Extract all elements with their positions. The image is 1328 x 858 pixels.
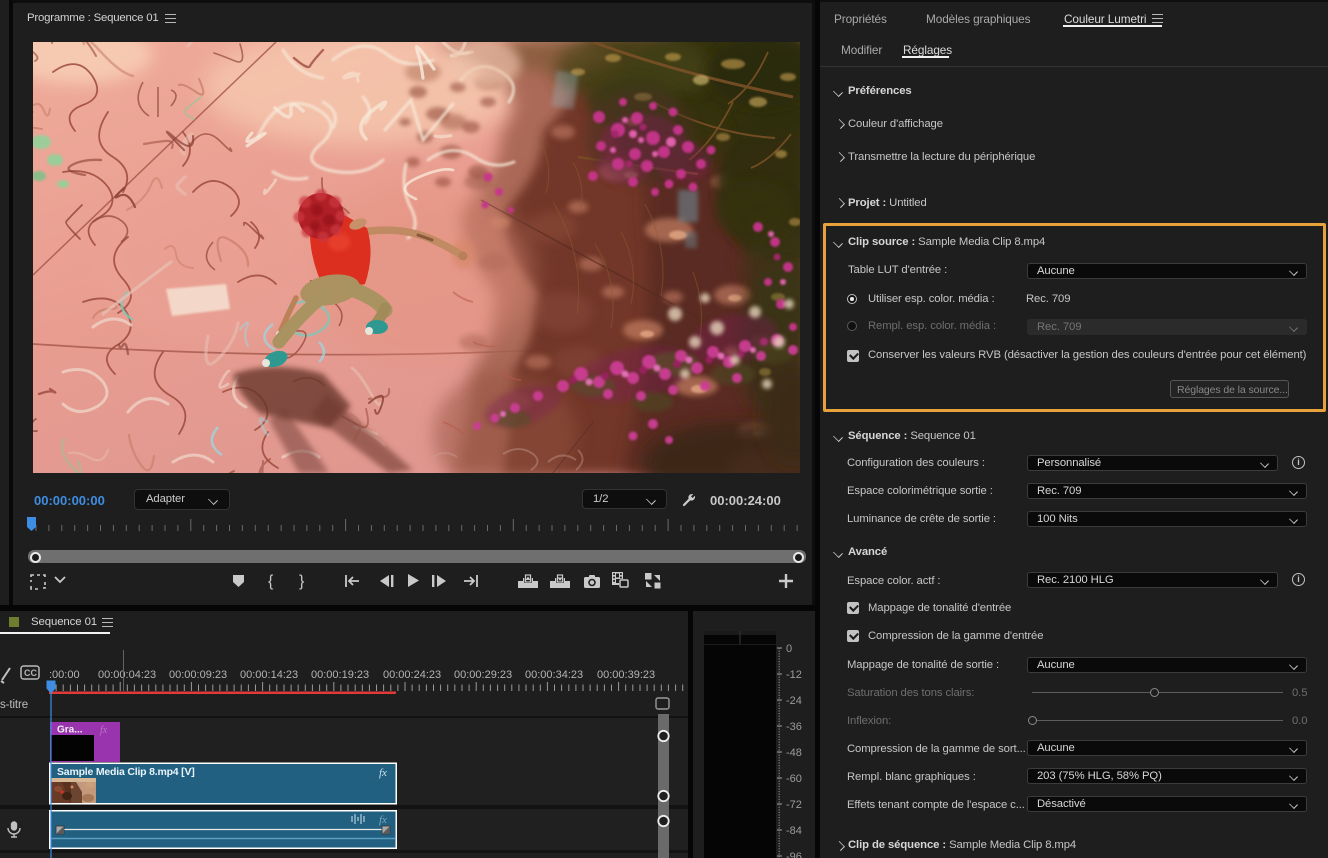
svg-text:}: } [299, 573, 305, 590]
svg-text:-60: -60 [786, 773, 802, 785]
svg-text:0: 0 [786, 643, 792, 655]
svg-text:{: { [268, 573, 274, 590]
svg-text:-24: -24 [786, 695, 802, 707]
svg-text:fx: fx [379, 767, 387, 779]
svg-text:Gra...: Gra... [57, 725, 83, 736]
svg-text:-36: -36 [786, 721, 802, 733]
svg-text:-72: -72 [786, 799, 802, 811]
svg-text:fx: fx [100, 725, 108, 736]
svg-text:-48: -48 [786, 747, 802, 759]
svg-text:fx: fx [379, 814, 387, 826]
svg-text:-84: -84 [786, 825, 802, 837]
svg-text:-96: -96 [786, 851, 802, 858]
svg-text:-12: -12 [786, 669, 802, 681]
svg-text:Sample Media Clip 8.mp4 [V]: Sample Media Clip 8.mp4 [V] [57, 766, 195, 778]
